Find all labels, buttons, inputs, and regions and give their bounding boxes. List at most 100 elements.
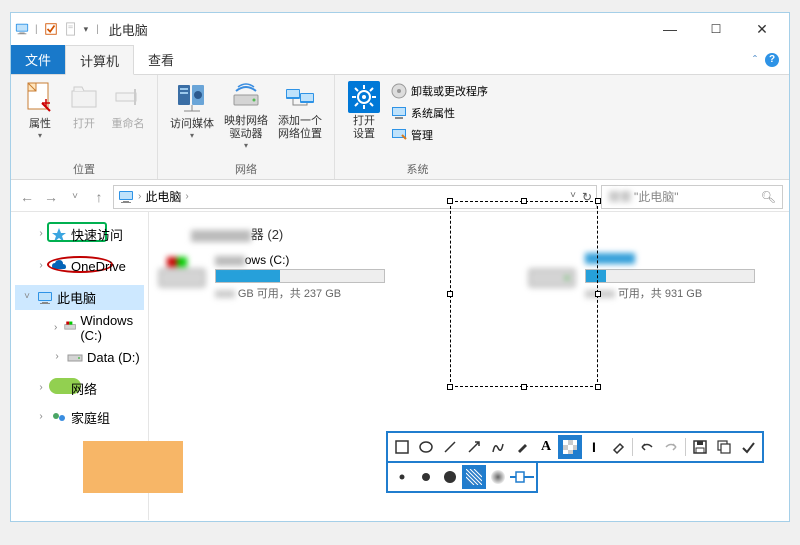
chevron-right-icon[interactable]: ›: [35, 383, 47, 394]
snip-toolbar-main: A I: [386, 431, 764, 463]
cloud-icon: [51, 258, 67, 274]
sys-properties-button[interactable]: 系统属性: [387, 103, 492, 123]
tool-eraser[interactable]: [606, 435, 630, 459]
window-controls: — ☐ ✕: [647, 14, 785, 44]
pc-icon: [118, 189, 134, 205]
tool-arrow[interactable]: [462, 435, 486, 459]
properties-icon: [24, 81, 56, 113]
maximize-button[interactable]: ☐: [693, 14, 739, 44]
pc-icon: [37, 290, 53, 306]
up-button[interactable]: ↑: [89, 187, 109, 207]
rename-button[interactable]: 重命名: [107, 79, 149, 159]
drive-icon: [67, 349, 83, 365]
tool-highlight[interactable]: I: [582, 435, 606, 459]
tab-computer[interactable]: 计算机: [65, 45, 134, 75]
tab-view[interactable]: 查看: [134, 45, 188, 74]
tree-onedrive[interactable]: › OneDrive: [15, 255, 144, 277]
ribbon-group-system: 打开 设置 卸载或更改程序 系统属性 管理: [335, 75, 500, 179]
drive-icon: [527, 253, 577, 293]
size-medium[interactable]: [414, 465, 438, 489]
tool-square[interactable]: [390, 435, 414, 459]
drive-free-text: 可用，共 931 GB: [585, 285, 800, 301]
map-drive-button[interactable]: 映射网络 驱动器 ▾: [220, 79, 272, 159]
blur-style[interactable]: [486, 465, 510, 489]
add-location-button[interactable]: 添加一个 网络位置: [274, 79, 326, 159]
drive-icon: [157, 253, 207, 293]
confirm-button[interactable]: [736, 435, 760, 459]
open-settings-button[interactable]: 打开 设置: [343, 79, 385, 159]
undo-button[interactable]: [635, 435, 659, 459]
properties-button[interactable]: 属性 ▾: [19, 79, 61, 159]
drive-usage-bar: [585, 269, 755, 283]
tree-homegroup[interactable]: › 家庭组: [15, 405, 144, 430]
drive-d[interactable]: 可用，共 931 GB: [527, 253, 800, 301]
back-button[interactable]: ←: [17, 187, 37, 207]
tree-quick-access[interactable]: › 快速访问: [15, 222, 144, 247]
media-icon: [176, 81, 208, 113]
tool-marker[interactable]: [510, 435, 534, 459]
mosaic-style[interactable]: [462, 465, 486, 489]
ribbon-group-network: 访问媒体 ▾ 映射网络 驱动器 ▾ 添加一个 网络位置 网络: [158, 75, 335, 179]
tool-freehand[interactable]: [486, 435, 510, 459]
settings-icon: [348, 81, 380, 113]
address-bar[interactable]: › 此电脑 › ˅ ↻: [113, 185, 597, 209]
search-box[interactable]: 搜索 "此电脑" 🔍︎: [601, 185, 783, 209]
qat-separator-icon: |: [35, 24, 38, 35]
access-media-button[interactable]: 访问媒体 ▾: [166, 79, 218, 159]
quick-access-toolbar: | ▾ |: [15, 22, 101, 36]
drive-free-text: GB 可用，共 237 GB: [215, 285, 447, 301]
chevron-right-icon[interactable]: ›: [51, 323, 60, 334]
chevron-right-icon[interactable]: ›: [35, 229, 47, 240]
tool-text[interactable]: A: [534, 435, 558, 459]
size-large[interactable]: [438, 465, 462, 489]
title-bar: | ▾ | 此电脑 — ☐ ✕: [11, 13, 789, 45]
nav-bar: ← → ˅ ↑ › 此电脑 › ˅ ↻ 搜索 "此电脑" 🔍︎: [11, 182, 789, 212]
search-icon: 🔍︎: [761, 190, 776, 204]
chevron-right-icon[interactable]: ›: [51, 352, 63, 363]
qat-dropdown-icon[interactable]: ▾: [84, 24, 89, 35]
manage-button[interactable]: 管理: [387, 125, 492, 145]
refresh-icon[interactable]: ↻: [582, 190, 592, 204]
drive-c[interactable]: ows (C:) GB 可用，共 237 GB: [157, 253, 447, 301]
chevron-right-icon[interactable]: ›: [35, 261, 47, 272]
slider-handle[interactable]: [510, 465, 534, 489]
uninstall-icon: [391, 83, 407, 99]
explorer-window: | ▾ | 此电脑 — ☐ ✕ 文件 计算机 查看 ˆ ? 属性 ▾: [10, 12, 790, 522]
size-small[interactable]: [390, 465, 414, 489]
star-icon: [51, 227, 67, 243]
dropdown-icon[interactable]: ˅: [570, 190, 576, 204]
drive-name: ows (C:): [215, 253, 447, 267]
navigation-pane: › 快速访问 › OneDrive ˅ 此电脑 › Windows: [11, 212, 149, 520]
tree-windows-c[interactable]: › Windows (C:): [15, 310, 144, 346]
save-button[interactable]: [688, 435, 712, 459]
tab-file[interactable]: 文件: [11, 45, 65, 74]
uninstall-button[interactable]: 卸载或更改程序: [387, 81, 492, 101]
snip-toolbar-size: [386, 461, 538, 493]
drive-usage-bar: [215, 269, 385, 283]
tool-circle[interactable]: [414, 435, 438, 459]
network-icon: [51, 381, 67, 397]
manage-icon: [391, 127, 407, 143]
rename-icon: [112, 81, 144, 113]
doc-icon[interactable]: [64, 22, 78, 36]
minimize-button[interactable]: —: [647, 14, 693, 44]
tree-this-pc[interactable]: ˅ 此电脑: [15, 285, 144, 310]
checkbox-icon[interactable]: [44, 22, 58, 36]
qat-separator-icon: |: [96, 24, 99, 35]
copy-button[interactable]: [712, 435, 736, 459]
tree-data-d[interactable]: › Data (D:): [15, 346, 144, 368]
tool-line[interactable]: [438, 435, 462, 459]
chevron-right-icon[interactable]: ›: [35, 412, 47, 423]
forward-button[interactable]: →: [41, 187, 61, 207]
open-button[interactable]: 打开: [63, 79, 105, 159]
chevron-down-icon[interactable]: ˅: [21, 292, 33, 303]
help-icon[interactable]: ?: [765, 53, 779, 67]
redo-button[interactable]: [659, 435, 683, 459]
tree-network[interactable]: › 网络: [15, 376, 144, 401]
tool-mosaic[interactable]: [558, 435, 582, 459]
ribbon: 属性 ▾ 打开 重命名 位置 访问媒体 ▾: [11, 75, 789, 180]
recent-dropdown[interactable]: ˅: [65, 187, 85, 207]
drive-name: [585, 253, 800, 267]
close-button[interactable]: ✕: [739, 14, 785, 44]
ribbon-collapse-icon[interactable]: ˆ: [753, 53, 757, 67]
